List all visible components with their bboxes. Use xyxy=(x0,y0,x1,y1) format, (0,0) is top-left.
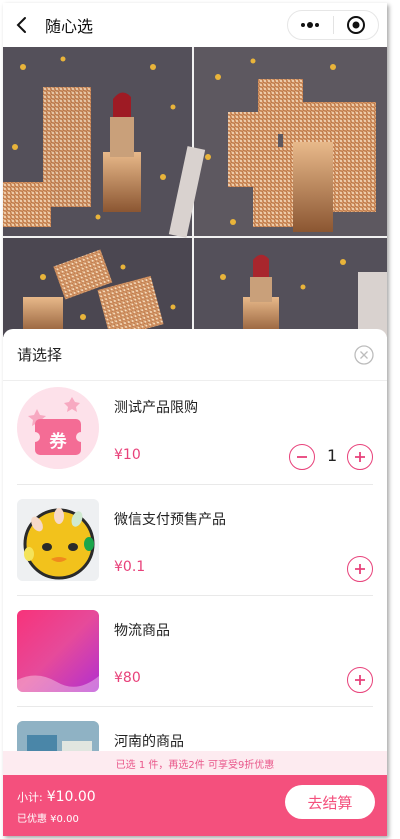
app-frame: 随心选 请选择 券 测试产品限购 ¥10 1 微信支付预售产品 ¥0.1 物流商… xyxy=(3,3,387,836)
increase-button[interactable] xyxy=(347,556,373,582)
decrease-button[interactable] xyxy=(289,444,315,470)
discount-text: 已优惠 ¥0.00 xyxy=(17,814,79,825)
item-divider xyxy=(17,484,373,485)
close-circle-icon[interactable] xyxy=(353,344,375,366)
more-dots-icon[interactable] xyxy=(288,11,333,39)
sheet-header: 请选择 xyxy=(3,329,387,381)
product-price: ¥10 xyxy=(114,447,141,463)
gradient-thumbnail xyxy=(17,610,99,692)
product-item[interactable]: 券 测试产品限购 ¥10 1 xyxy=(17,387,373,483)
item-divider xyxy=(17,595,373,596)
nav-bar: 随心选 xyxy=(3,3,387,47)
increase-button[interactable] xyxy=(347,444,373,470)
product-name: 测试产品限购 xyxy=(114,400,198,416)
product-price: ¥0.1 xyxy=(114,559,146,575)
subtotal-value: ¥10.00 xyxy=(46,789,96,805)
sheet-title: 请选择 xyxy=(17,346,63,364)
product-item[interactable]: 物流商品 ¥80 xyxy=(17,610,373,706)
increase-button[interactable] xyxy=(347,667,373,693)
subtotal: 小计: ¥10.00 xyxy=(17,789,96,805)
product-name: 物流商品 xyxy=(114,623,170,639)
promo-hint: 已选 1 件，再选2件 可享受9折优惠 xyxy=(3,751,387,775)
mini-program-capsule xyxy=(287,10,379,40)
chevron-left-icon[interactable] xyxy=(3,3,43,47)
item-divider xyxy=(17,706,373,707)
quantity-value: 1 xyxy=(327,446,338,465)
page-title: 随心选 xyxy=(45,17,94,36)
nails-thumbnail xyxy=(17,499,99,581)
product-price: ¥80 xyxy=(114,670,141,686)
product-item[interactable]: 微信支付预售产品 ¥0.1 xyxy=(17,499,373,595)
subtotal-label: 小计: xyxy=(17,791,43,804)
product-banner-image xyxy=(3,47,387,337)
product-name: 微信支付预售产品 xyxy=(114,512,226,528)
target-circle-icon[interactable] xyxy=(334,11,379,39)
coupon-thumbnail: 券 xyxy=(17,387,99,469)
checkout-button[interactable]: 去结算 xyxy=(285,785,375,819)
product-name: 河南的商品 xyxy=(114,734,184,750)
coupon-label: 券 xyxy=(49,432,67,452)
checkout-bar: 小计: ¥10.00 已优惠 ¥0.00 去结算 xyxy=(3,775,387,836)
